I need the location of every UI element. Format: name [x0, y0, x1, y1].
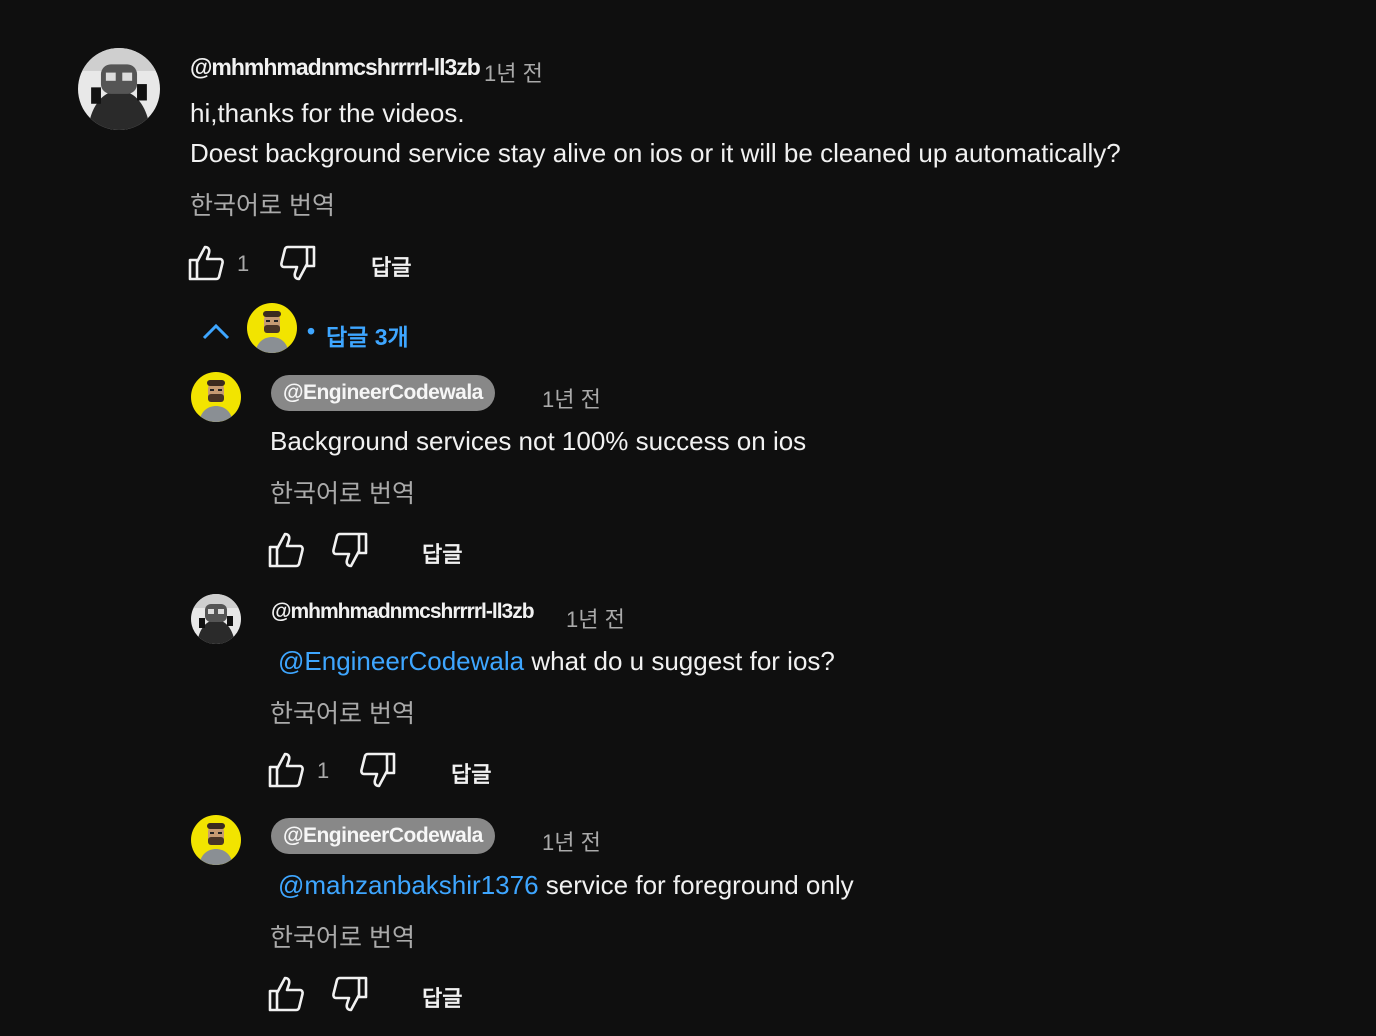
replies-creator-avatar	[247, 303, 297, 353]
translate-link[interactable]: 한국어로 번역	[190, 186, 335, 222]
thumbs-down-icon	[358, 750, 398, 790]
reply-avatar[interactable]	[191, 815, 241, 865]
dislike-button[interactable]	[278, 243, 318, 283]
translate-link[interactable]: 한국어로 번역	[270, 918, 415, 954]
comment-author[interactable]: @mhmhmadnmcshrrrrl-ll3zb	[190, 54, 481, 81]
avatar[interactable]	[78, 48, 160, 130]
reply-time[interactable]: 1년 전	[566, 602, 625, 634]
thumbs-up-icon	[266, 974, 306, 1014]
reply-time[interactable]: 1년 전	[542, 382, 601, 414]
reply-text: @EngineerCodewala what do u suggest for …	[278, 646, 835, 676]
thumbs-down-icon	[278, 243, 318, 283]
replies-toggle-label[interactable]: 답글 3개	[326, 318, 409, 352]
thumbs-up-icon	[186, 243, 226, 283]
thumbs-up-icon	[266, 530, 306, 570]
comment-time[interactable]: 1년 전	[484, 56, 543, 88]
dislike-button[interactable]	[358, 750, 398, 790]
thumbs-down-icon	[330, 530, 370, 570]
like-button[interactable]	[186, 243, 226, 283]
reply-button[interactable]: 답글	[371, 250, 411, 282]
reply-button[interactable]: 답글	[451, 757, 491, 789]
collapse-replies-button[interactable]	[196, 316, 236, 346]
replies-separator: •	[307, 318, 316, 344]
translate-link[interactable]: 한국어로 번역	[270, 474, 415, 510]
thumbs-down-icon	[330, 974, 370, 1014]
reply-author-chip[interactable]: @EngineerCodewala	[271, 818, 495, 854]
like-button[interactable]	[266, 750, 306, 790]
dislike-button[interactable]	[330, 974, 370, 1014]
reply-avatar[interactable]	[191, 594, 241, 644]
reply-time[interactable]: 1년 전	[542, 825, 601, 857]
reply-text: Background services not 100% success on …	[270, 426, 807, 456]
reply-mention[interactable]: @mahzanbakshir1376	[278, 870, 539, 900]
reply-avatar[interactable]	[191, 372, 241, 422]
reply-button[interactable]: 답글	[422, 537, 462, 569]
like-button[interactable]	[266, 974, 306, 1014]
previous-comment-fragment	[188, 0, 224, 4]
reply-author-chip[interactable]: @EngineerCodewala	[271, 375, 495, 411]
comment-text-line-1: hi,thanks for the videos.	[190, 98, 465, 128]
like-count: 1	[237, 251, 250, 276]
comment-text-line-2: Doest background service stay alive on i…	[190, 138, 1121, 168]
translate-link[interactable]: 한국어로 번역	[270, 694, 415, 730]
reply-mention[interactable]: @EngineerCodewala	[278, 646, 524, 676]
like-button[interactable]	[266, 530, 306, 570]
dislike-button[interactable]	[330, 530, 370, 570]
reply-text: @mahzanbakshir1376 service for foregroun…	[278, 870, 854, 900]
reply-author[interactable]: @mhmhmadnmcshrrrrl-ll3zb	[271, 600, 535, 624]
chevron-up-icon	[202, 323, 230, 340]
reply-button[interactable]: 답글	[422, 981, 462, 1013]
thumbs-up-icon	[266, 750, 306, 790]
like-count: 1	[317, 758, 330, 783]
